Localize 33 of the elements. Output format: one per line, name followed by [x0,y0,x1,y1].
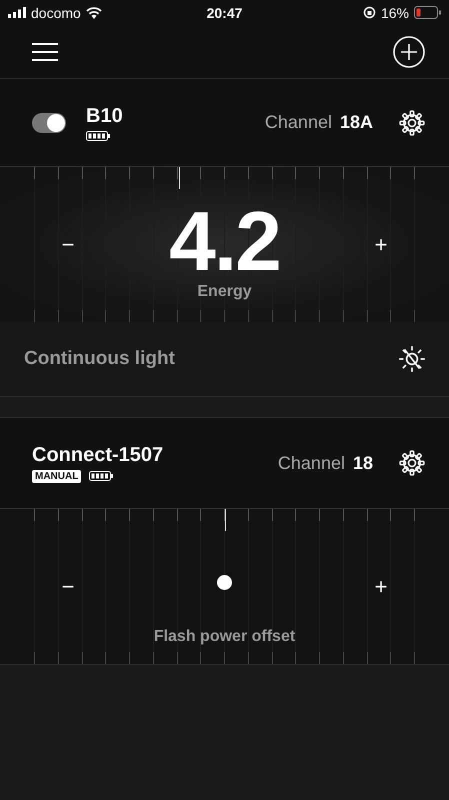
channel-value: 18 [352,452,373,474]
battery-icon [89,471,114,481]
increase-button[interactable]: + [369,574,393,600]
device-name: Connect-1507 [32,444,164,466]
signal-icon [8,7,26,18]
dial-label: Flash power offset [152,628,296,646]
carrier-name: docomo [31,4,81,20]
menu-icon[interactable] [32,42,58,62]
mode-badge: MANUAL [32,470,82,482]
rotation-lock-icon [362,6,376,19]
power-toggle[interactable] [32,112,66,132]
channel-value: 18A [340,112,373,133]
position-marker[interactable] [178,167,180,189]
battery-icon [86,130,110,140]
device-name: B10 [86,104,123,128]
increase-button[interactable]: + [369,232,393,258]
decrease-button[interactable]: − [56,574,80,600]
position-marker[interactable] [224,509,226,531]
battery-percent: 16% [380,4,409,20]
channel-label: Channel [278,452,345,474]
decrease-button[interactable]: − [56,232,80,258]
sun-off-icon[interactable] [397,344,427,374]
wifi-icon [86,6,102,18]
channel-label: Channel [264,112,332,133]
settings-icon[interactable] [399,110,425,136]
phone-battery-icon [414,6,441,19]
value-dot [217,575,232,590]
dial-label: Energy [197,282,252,300]
settings-icon[interactable] [399,450,425,476]
add-icon[interactable] [393,36,425,68]
status-time: 20:47 [206,4,242,20]
energy-value: 4.2 [169,198,280,282]
continuous-light-label: Continuous light [24,348,175,370]
